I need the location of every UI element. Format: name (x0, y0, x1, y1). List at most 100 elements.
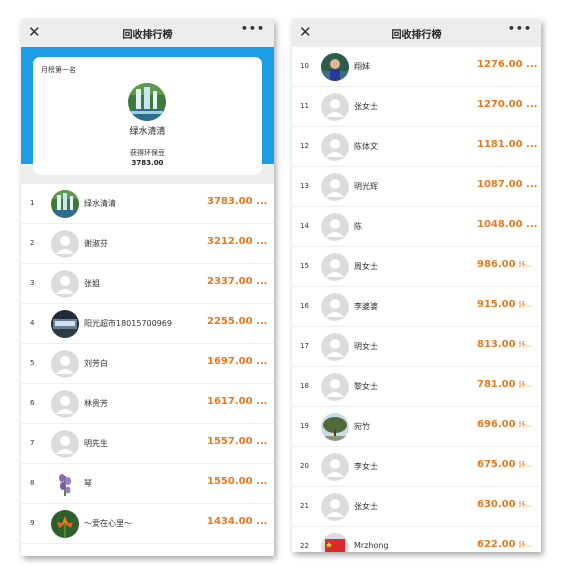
rank-number: 14 (300, 222, 309, 230)
page-title: 回收排行榜 (122, 29, 173, 41)
leaderboard-row[interactable]: 1 绿水清清 3783.00 ... (21, 184, 274, 224)
default-avatar-icon (321, 373, 349, 401)
more-icon[interactable]: ••• (241, 22, 265, 35)
user-name: 陈体文 (354, 142, 378, 151)
leaderboard-row[interactable]: 13 明光辉 1087.00 ... (292, 167, 541, 207)
rank-number: 11 (300, 102, 309, 110)
user-name: 绿水清清 (84, 199, 116, 208)
leaderboard-row[interactable]: 18 黎女士 781.00 环... (292, 367, 541, 407)
default-avatar-icon (51, 430, 79, 458)
page-title: 回收排行榜 (391, 29, 442, 41)
points-unit: 环... (518, 301, 533, 309)
default-avatar-icon (321, 453, 349, 481)
points-unit: 环... (518, 461, 533, 469)
eco-points-value: 3212.00 ... (207, 236, 268, 247)
lily-avatar (51, 510, 79, 538)
rank-number: 13 (300, 182, 309, 190)
user-name: 明女士 (354, 342, 378, 351)
default-avatar-icon (51, 270, 79, 298)
leaderboard-row[interactable]: 6 林贵芳 1617.00 ... (21, 384, 274, 424)
leaderboard-row[interactable]: 3 张姐 2337.00 ... (21, 264, 274, 304)
user-name: Mrzhong (354, 541, 389, 550)
storefront-avatar (51, 310, 79, 338)
user-name: 明光辉 (354, 182, 378, 191)
leaderboard-row[interactable]: 2 谢淑芬 3212.00 ... (21, 224, 274, 264)
leaderboard-row[interactable]: 21 张女士 630.00 环... (292, 487, 541, 527)
rank-number: 5 (30, 359, 35, 367)
rank-number: 6 (30, 399, 35, 407)
eco-points-value: 622.00 环... (477, 539, 533, 550)
leaderboard-row[interactable]: 14 陈 1048.00 ... (292, 207, 541, 247)
user-name: 张女士 (354, 502, 378, 511)
rank-number: 21 (300, 502, 309, 510)
eco-points-value: 1434.00 ... (207, 516, 268, 527)
rank-number: 8 (30, 479, 35, 487)
leaderboard-row[interactable]: 15 周女士 986.00 环... (292, 247, 541, 287)
navigation-bar: ✕ 回收排行榜 ••• (21, 19, 274, 47)
user-name: 张女士 (354, 102, 378, 111)
leaderboard-row[interactable]: 4 阳光超市18015700969 2255.00 ... (21, 304, 274, 344)
leaderboard-row[interactable]: 7 明先生 1557.00 ... (21, 424, 274, 464)
leaderboard-row[interactable]: 8 琴 1550.00 ... (21, 464, 274, 504)
leaderboard-row[interactable]: 16 李婆婆 915.00 环... (292, 287, 541, 327)
close-icon[interactable]: ✕ (28, 23, 41, 41)
rank-number: 15 (300, 262, 309, 270)
rank-number: 3 (30, 279, 35, 287)
rank-number: 12 (300, 142, 309, 150)
user-name: 周女士 (354, 262, 378, 271)
red-flag-avatar (321, 533, 349, 552)
user-name: 翔妹 (354, 62, 370, 71)
close-icon[interactable]: ✕ (299, 23, 312, 41)
default-avatar-icon (321, 493, 349, 521)
default-avatar-icon (51, 350, 79, 378)
eco-points-value: 1181.00 ... (477, 139, 538, 150)
eco-points-value: 813.00 环... (477, 339, 533, 350)
rank-number: 1 (30, 199, 35, 207)
top-user-name: 绿水清清 (129, 127, 166, 137)
user-name: 刘芳白 (84, 359, 108, 368)
eco-points-value: 1270.00 ... (477, 99, 538, 110)
leaderboard-row[interactable]: 9 ～爱在心里～ 1434.00 ... (21, 504, 274, 544)
more-icon[interactable]: ••• (508, 22, 532, 35)
flower-avatar (51, 470, 79, 498)
leaderboard-row[interactable]: 12 陈体文 1181.00 ... (292, 127, 541, 167)
user-name: ～爱在心里～ (84, 519, 132, 528)
rank-number: 10 (300, 62, 309, 70)
user-name: 琴 (84, 479, 92, 488)
default-avatar-icon (51, 230, 79, 258)
default-avatar-icon (321, 93, 349, 121)
user-name: 明先生 (84, 439, 108, 448)
eco-points-value: 3783.00 ... (207, 196, 268, 207)
top-ranked-card[interactable]: 月榜第一名 绿水清清 获得环保豆 3783.00 (33, 57, 262, 175)
rank-number: 17 (300, 342, 309, 350)
rank-number: 2 (30, 239, 35, 247)
eco-points-value: 915.00 环... (477, 299, 533, 310)
user-name: 陈 (354, 222, 362, 231)
person-photo-avatar (321, 53, 349, 81)
user-name: 林贵芳 (84, 399, 108, 408)
eco-points-value: 1617.00 ... (207, 396, 268, 407)
leaderboard-list: 10 翔妹 1276.00 ... 11 张女士 1270.00 ... 12 陈体文 1181… (292, 47, 541, 552)
left-phone-screen: ✕ 回收排行榜 ••• 月榜第一名 绿水清清 获得环保豆 3783.00 1 绿… (21, 19, 274, 556)
leaderboard-row[interactable]: 22 Mrzhong 622.00 环... (292, 527, 541, 552)
default-avatar-icon (321, 253, 349, 281)
navigation-bar: ✕ 回收排行榜 ••• (292, 19, 541, 47)
rank-number: 7 (30, 439, 35, 447)
points-unit: 环... (518, 541, 533, 549)
rank-number: 4 (30, 319, 35, 327)
leaderboard-row[interactable]: 10 翔妹 1276.00 ... (292, 47, 541, 87)
rank-number: 16 (300, 302, 309, 310)
leaderboard-row[interactable]: 20 李女士 675.00 环... (292, 447, 541, 487)
eco-points-caption: 获得环保豆 (130, 149, 165, 157)
points-unit: 环... (518, 341, 533, 349)
rank-number: 19 (300, 422, 309, 430)
rank-number: 18 (300, 382, 309, 390)
leaderboard-row[interactable]: 5 刘芳白 1697.00 ... (21, 344, 274, 384)
leaderboard-row[interactable]: 19 宛竹 696.00 环... (292, 407, 541, 447)
user-name: 李女士 (354, 462, 378, 471)
leaderboard-row[interactable]: 11 张女士 1270.00 ... (292, 87, 541, 127)
user-name: 谢淑芬 (84, 239, 108, 248)
eco-points-value: 1276.00 ... (477, 59, 538, 70)
user-name: 黎女士 (354, 382, 378, 391)
leaderboard-row[interactable]: 17 明女士 813.00 环... (292, 327, 541, 367)
